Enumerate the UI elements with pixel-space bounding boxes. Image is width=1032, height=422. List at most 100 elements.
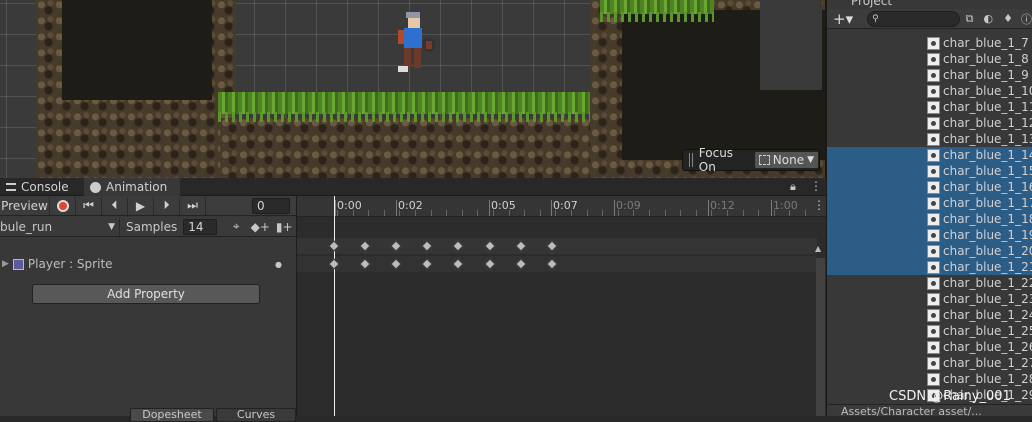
ruler-minor-tick (493, 210, 494, 216)
label-tag-icon[interactable]: ♦ (1003, 12, 1013, 25)
bottom-tabs: Dopesheet Curves (130, 408, 296, 422)
tab-curves[interactable]: Curves (216, 408, 296, 422)
project-tab[interactable]: Project (827, 0, 907, 8)
ruler-minor-tick (446, 210, 448, 216)
search-by-type-icon[interactable]: ⧉ (966, 12, 974, 26)
samples-input[interactable]: 14 (183, 218, 218, 235)
playback-toolbar: Preview ⏮ ⏴ ▶ ⏵ ⏭ 0 (0, 196, 296, 216)
record-button[interactable] (50, 196, 76, 215)
preview-button[interactable]: Preview (0, 196, 50, 215)
asset-list-item[interactable]: char_blue_1_22 (927, 275, 1032, 291)
asset-list-item[interactable]: char_blue_1_18 (927, 211, 1032, 227)
search-icon: ⚲ (872, 13, 879, 24)
asset-label: char_blue_1_19 (943, 228, 1032, 242)
filter-type-icon[interactable]: ◐ (984, 12, 994, 25)
asset-list-item[interactable]: char_blue_1_8 (927, 51, 1029, 67)
focus-dropdown[interactable]: None ▼ (753, 151, 819, 169)
asset-list-item[interactable]: char_blue_1_12 (927, 115, 1032, 131)
ruler-minor-tick (680, 210, 682, 216)
asset-list-item[interactable]: char_blue_1_11 (927, 99, 1032, 115)
next-frame-button[interactable]: ⏵ (154, 196, 180, 215)
asset-list-item[interactable]: char_blue_1_27 (927, 355, 1032, 371)
ruler-minor-tick (383, 210, 385, 216)
dopesheet-timeline[interactable]: 0:00 0:02 0:05 0:07 0:09 0:12 1:00 ▲ ⋮ (297, 196, 826, 416)
asset-list-item[interactable]: char_blue_1_28 (927, 371, 1032, 387)
asset-list-item[interactable]: char_blue_1_17 (927, 195, 1032, 211)
sprite-icon (927, 116, 940, 130)
ruler-minor-tick (602, 210, 604, 216)
ruler-minor-tick (461, 210, 463, 216)
ruler-tick (708, 200, 709, 216)
lock-icon[interactable]: 🔒︎ (790, 180, 796, 194)
ruler-label: 0:00 (337, 199, 362, 212)
asset-list-item[interactable]: char_blue_1_13 (927, 131, 1032, 147)
sprite-renderer-icon (12, 258, 24, 270)
asset-list-item[interactable]: char_blue_1_15 (927, 163, 1032, 179)
add-property-button[interactable]: Add Property (32, 284, 260, 304)
add-keyframe-icon[interactable]: ◆+ (247, 220, 273, 234)
asset-list-item[interactable]: char_blue_1_21 (927, 259, 1032, 275)
asset-label: char_blue_1_15 (943, 164, 1032, 178)
player-sprite[interactable] (388, 8, 444, 78)
scroll-up-arrow-icon[interactable]: ▲ (815, 244, 821, 253)
grass-platform (218, 92, 614, 122)
tab-console[interactable]: Console (0, 178, 84, 196)
ruler-tick (771, 200, 772, 216)
sprite-icon (927, 196, 940, 210)
timeline-scrollbar[interactable] (816, 258, 825, 416)
frame-input[interactable]: 0 (252, 197, 290, 214)
expand-arrow-icon[interactable]: ▶ (2, 259, 9, 269)
asset-label: char_blue_1_18 (943, 212, 1032, 226)
last-frame-button[interactable]: ⏭ (180, 196, 206, 215)
asset-list-item[interactable]: char_blue_1_7 (927, 35, 1029, 51)
asset-list-item[interactable]: char_blue_1_16 (927, 179, 1032, 195)
asset-list-item[interactable]: char_blue_1_23 (927, 291, 1032, 307)
asset-list-item[interactable]: char_blue_1_14 (927, 147, 1032, 163)
search-input[interactable]: ⚲ (867, 10, 960, 27)
tab-dopesheet[interactable]: Dopesheet (130, 408, 214, 422)
time-ruler[interactable]: 0:00 0:02 0:05 0:07 0:09 0:12 1:00 (297, 196, 826, 217)
asset-list-item[interactable]: char_blue_1_24 (927, 307, 1032, 323)
asset-list-item[interactable]: char_blue_1_26 (927, 339, 1032, 355)
property-options-icon[interactable]: ● (275, 260, 282, 269)
asset-list-item[interactable]: char_blue_1_19 (927, 227, 1032, 243)
info-icon[interactable]: ⓘ (1021, 11, 1032, 27)
first-frame-icon: ⏮ (83, 198, 94, 212)
asset-list-item[interactable]: char_blue_1_9 (927, 67, 1029, 83)
ruler-tick (396, 200, 397, 216)
timeline-menu-icon[interactable]: ⋮ (813, 198, 825, 212)
ruler-minor-tick (633, 210, 635, 216)
kebab-menu-icon[interactable]: ⋮ (810, 179, 822, 193)
drag-handle[interactable] (689, 153, 693, 167)
asset-label: char_blue_1_24 (943, 308, 1032, 322)
first-frame-button[interactable]: ⏮ (76, 196, 102, 215)
property-row[interactable]: ▶ Player : Sprite ● (0, 254, 296, 274)
sprite-icon (927, 36, 940, 50)
ruler-minor-tick (586, 210, 588, 216)
snap-keyframe-icon[interactable]: ⌖ (225, 219, 247, 234)
tab-animation[interactable]: Animation (84, 178, 180, 196)
asset-label: char_blue_1_11 (943, 100, 1032, 114)
rock-floor (220, 118, 610, 178)
clip-name: bule_run (0, 219, 53, 234)
asset-label: char_blue_1_9 (943, 68, 1029, 82)
ruler-label: 0:12 (710, 199, 735, 212)
sprite-icon (927, 292, 940, 306)
create-button[interactable]: +▾ (833, 10, 853, 28)
clip-dropdown[interactable]: bule_run ▼ (0, 217, 120, 236)
playhead[interactable] (334, 196, 335, 416)
ruler-minor-tick (477, 210, 479, 216)
ruler-minor-tick (352, 210, 354, 216)
asset-list-item[interactable]: char_blue_1_10 (927, 83, 1032, 99)
scene-view[interactable]: Focus On None ▼ (0, 0, 826, 178)
sprite-icon (927, 212, 940, 226)
ruler-label: 0:02 (398, 199, 423, 212)
prev-frame-icon: ⏴ (111, 198, 118, 212)
sprite-icon (927, 340, 940, 354)
prev-frame-button[interactable]: ⏴ (102, 196, 128, 215)
ruler-minor-tick (773, 210, 775, 216)
asset-list-item[interactable]: char_blue_1_20 (927, 243, 1032, 259)
play-button[interactable]: ▶ (128, 196, 154, 215)
asset-list-item[interactable]: char_blue_1_25 (927, 323, 1032, 339)
add-event-icon[interactable]: ▮+ (273, 220, 295, 234)
